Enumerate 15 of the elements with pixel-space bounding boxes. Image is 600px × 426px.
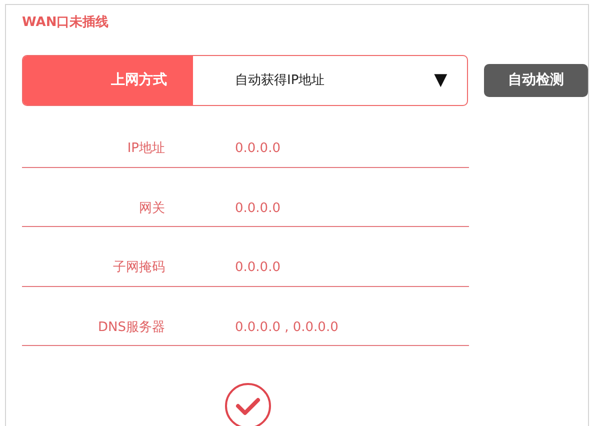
connection-type-dropdown[interactable]: 上网方式 自动获得IP地址 ▼ (22, 55, 468, 106)
dropdown-label: 上网方式 (23, 56, 193, 105)
dropdown-value: 自动获得IP地址 (235, 72, 325, 90)
field-label: IP地址 (126, 140, 165, 158)
field-value: 0.0.0.0 (235, 140, 280, 158)
dropdown-caret: ▼ (434, 72, 448, 89)
auto-detect-button[interactable]: 自动检测 (484, 64, 588, 97)
field-value: 0.0.0.0 (235, 200, 280, 218)
field-label: 网关 (138, 200, 165, 218)
field-value: 0.0.0.0 (235, 259, 280, 277)
field-label: 子网掩码 (112, 259, 165, 277)
field-label: DNS服务器 (97, 318, 165, 336)
field-value: 0.0.0.0 , 0.0.0.0 (235, 318, 338, 336)
confirm-check-icon[interactable] (224, 382, 272, 426)
status-title: WAN口未插线 (22, 14, 110, 32)
